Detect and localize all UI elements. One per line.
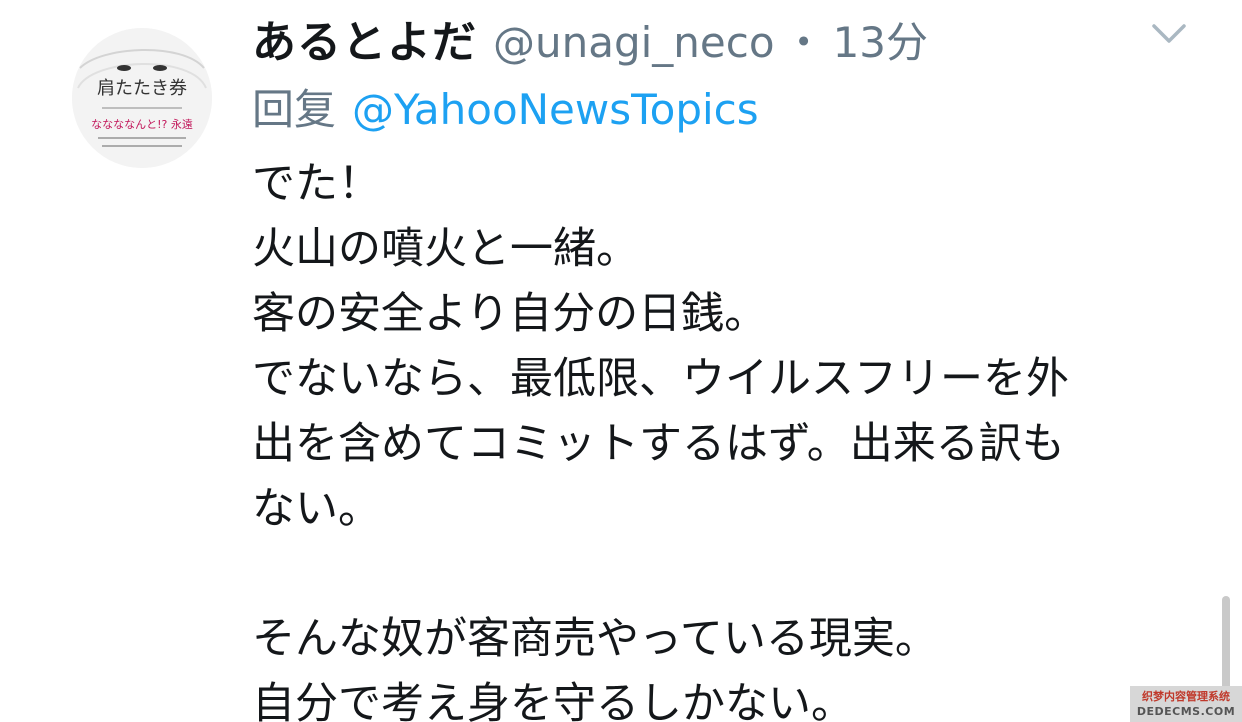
display-name[interactable]: あるとよだ — [252, 6, 477, 70]
reply-label: 回复 — [252, 85, 337, 134]
avatar[interactable]: 肩たたき券 ななななんと!? 永遠 — [72, 28, 212, 168]
tweet-text-line: 出を含めてコミットするはず。出来る訳も — [252, 419, 1065, 469]
user-handle[interactable]: @unagi_neco — [493, 18, 775, 67]
tweet: 肩たたき券 ななななんと!? 永遠 あるとよだ @unagi_neco ・ 13… — [0, 0, 1242, 722]
watermark: 织梦内容管理系统 DEDECMS.COM — [1130, 686, 1242, 722]
timestamp[interactable]: 13分 — [833, 9, 928, 70]
reply-context: 回复 @YahooNewsTopics — [252, 76, 759, 137]
tweet-text-line — [252, 542, 1212, 607]
chevron-down-icon[interactable] — [1146, 14, 1192, 54]
tweet-text-line: 客の安全より自分の日銭。 — [252, 289, 768, 339]
separator-dot: ・ — [782, 18, 825, 67]
avatar-title: 肩たたき券 — [97, 78, 187, 99]
reply-mention-link[interactable]: @YahooNewsTopics — [352, 85, 759, 134]
tweet-header: あるとよだ @unagi_neco ・ 13分 — [252, 6, 928, 68]
avatar-drawing: 肩たたき券 ななななんと!? 永遠 — [72, 28, 212, 168]
watermark-line2: DEDECMS.COM — [1136, 705, 1236, 718]
tweet-text-line: でた！ — [252, 159, 381, 209]
tweet-text-line: そんな奴が客商売やっている現実。 — [252, 614, 938, 664]
watermark-line1: 织梦内容管理系统 — [1142, 690, 1230, 703]
avatar-subtitle: ななななんと!? 永遠 — [91, 117, 193, 131]
tweet-body: でた！ 火山の噴火と一緒。 客の安全より自分の日銭。 でないなら、最低限、ウイル… — [252, 152, 1212, 722]
tweet-text-line: 自分で考え身を守るしかない。 — [252, 679, 854, 722]
tweet-text-line: でないなら、最低限、ウイルスフリーを外 — [252, 354, 1069, 404]
tweet-text-line: 火山の噴火と一緒。 — [252, 224, 639, 274]
tweet-text-line: ない。 — [252, 484, 381, 534]
